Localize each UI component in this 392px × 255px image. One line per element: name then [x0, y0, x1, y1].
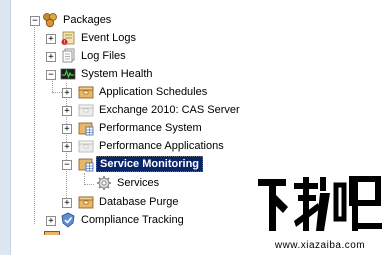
tree-line: [52, 92, 62, 93]
tree-node-performance-applications[interactable]: Performance Applications: [78, 138, 227, 154]
gear-icon: [97, 176, 111, 190]
collapse-toggle-packages[interactable]: −: [30, 16, 40, 26]
tree-node-performance-system[interactable]: Performance System: [78, 120, 205, 136]
system-health-icon: [60, 68, 76, 80]
expand-toggle-exchange-cas-server[interactable]: +: [62, 106, 72, 116]
tree-node-database-purge[interactable]: Database Purge: [78, 194, 182, 210]
tree-node-services[interactable]: Services: [96, 175, 162, 191]
tree-node-exchange-cas-server[interactable]: Exchange 2010: CAS Server: [78, 102, 243, 118]
tree-node-label: Event Logs: [81, 32, 137, 44]
tree-node-label: Packages: [63, 14, 112, 26]
package-grid-icon: [78, 158, 94, 172]
tree-node-packages[interactable]: Packages: [42, 12, 114, 28]
tree-node-label: Application Schedules: [99, 86, 208, 98]
tree-node-label: Performance Applications: [99, 140, 224, 152]
tree-node-system-health[interactable]: System Health: [60, 66, 156, 82]
tree-node-label: System Health: [81, 68, 153, 80]
tree-node-log-files[interactable]: Log Files: [60, 48, 129, 64]
package-folder-icon: [78, 196, 94, 209]
tree-node-label: Exchange 2010: CAS Server: [99, 104, 240, 116]
package-folder-icon: [78, 86, 94, 99]
tree-node-compliance-tracking[interactable]: Compliance Tracking: [60, 212, 187, 228]
tree-node-label: Database Purge: [99, 196, 179, 208]
tree-line: [52, 79, 53, 92]
tree-node-service-monitoring[interactable]: Service Monitoring: [78, 156, 204, 172]
tree-node-label-selected: Service Monitoring: [96, 156, 204, 172]
disabled-package-icon: [78, 104, 94, 117]
expand-toggle-performance-system[interactable]: +: [62, 124, 72, 134]
watermark-text: www.xiazaiba.com: [274, 240, 366, 251]
expand-toggle-compliance-tracking[interactable]: +: [46, 216, 56, 226]
tree-node-event-logs[interactable]: ! Event Logs: [60, 30, 139, 46]
expand-toggle-database-purge[interactable]: +: [62, 198, 72, 208]
expand-toggle-performance-applications[interactable]: +: [62, 142, 72, 152]
log-files-icon: [62, 48, 75, 63]
tree-line: [34, 24, 35, 224]
collapse-toggle-system-health[interactable]: −: [46, 70, 56, 80]
partial-tree-node-icon: [44, 231, 60, 235]
event-logs-icon: !: [61, 31, 75, 46]
xiazaiba-logo: [258, 176, 382, 231]
tree-node-label: Performance System: [99, 122, 202, 134]
collapse-toggle-service-monitoring[interactable]: −: [62, 160, 72, 170]
tree-node-label: Services: [117, 177, 160, 189]
expand-toggle-log-files[interactable]: +: [46, 52, 56, 62]
watermark: www.xiazaiba.com: [254, 173, 386, 251]
packages-icon: [43, 13, 57, 28]
tree-line: [84, 184, 94, 185]
disabled-package-icon: [78, 140, 94, 153]
tree-node-label: Compliance Tracking: [81, 214, 184, 226]
package-grid-icon: [78, 122, 94, 136]
svg-text:!: !: [63, 40, 65, 46]
expand-toggle-event-logs[interactable]: +: [46, 34, 56, 44]
tree-node-application-schedules[interactable]: Application Schedules: [78, 84, 210, 100]
tree-node-label: Log Files: [81, 50, 126, 62]
compliance-icon: [61, 212, 75, 228]
expand-toggle-application-schedules[interactable]: +: [62, 88, 72, 98]
